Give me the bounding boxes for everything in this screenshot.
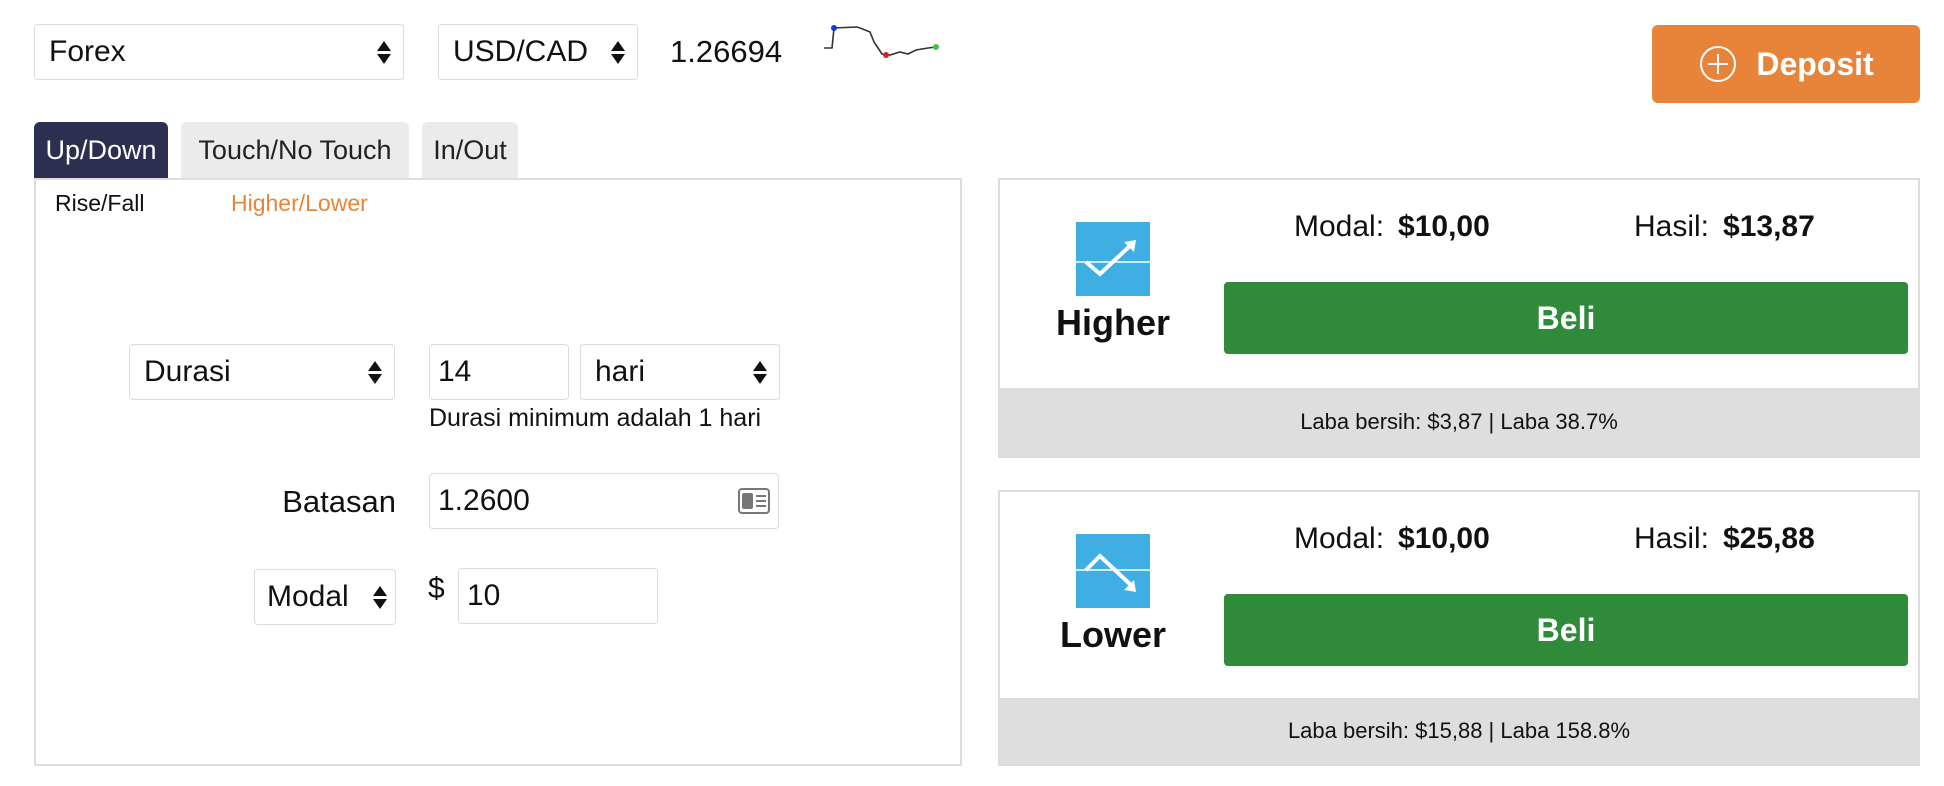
pair-select[interactable]: USD/CAD [438,24,638,80]
contact-card-icon[interactable] [738,488,770,514]
select-arrows-icon [366,360,384,384]
higher-payout-value: $13,87 [1723,210,1815,243]
lower-stake-value: $10,00 [1398,522,1490,555]
current-price: 1.26694 [670,34,783,69]
duration-unit-select[interactable]: hari [580,344,780,400]
trade-form-panel [34,178,962,766]
lower-payout-label: Hasil: [1634,522,1710,555]
tab-in-out[interactable]: In/Out [422,122,518,178]
market-select-value: Forex [49,35,126,68]
price-sparkline [824,25,939,58]
deposit-button[interactable]: Deposit [1652,25,1920,103]
duration-type-value: Durasi [144,355,231,388]
pair-select-value: USD/CAD [453,35,589,68]
sparkline-low-point [883,52,889,58]
higher-profit-info: Laba bersih: $3,87 | Laba 38.7% [1000,388,1918,456]
currency-symbol: $ [428,572,445,605]
lower-profit-info: Laba bersih: $15,88 | Laba 158.8% [1000,698,1918,764]
sparkline-high-point [831,25,837,31]
market-select[interactable]: Forex [34,24,404,80]
deposit-label: Deposit [1756,45,1874,82]
stake-type-select[interactable]: Modal [254,569,396,625]
select-arrows-icon [371,585,389,609]
higher-payout: Hasil: $13,87 [1634,210,1815,244]
barrier-label: Batasan [282,484,396,519]
tab-up-down[interactable]: Up/Down [34,122,168,178]
higher-title: Higher [1055,302,1170,343]
tab-touch-no-touch[interactable]: Touch/No Touch [181,122,409,178]
lower-title: Lower [1059,614,1166,655]
select-arrows-icon [375,40,393,64]
plus-circle-icon [1700,46,1737,82]
duration-value-input[interactable]: 14 [429,344,569,400]
higher-buy-button[interactable]: Beli [1224,282,1908,354]
lower-payout: Hasil: $25,88 [1634,522,1815,556]
stake-type-value: Modal [267,580,349,613]
lower-buy-button[interactable]: Beli [1224,594,1908,666]
select-arrows-icon [609,40,627,64]
stake-input[interactable]: 10 [458,568,658,624]
lower-stake-label: Modal: [1294,522,1385,555]
higher-stake: Modal: $10,00 [1294,210,1490,244]
lower-stake: Modal: $10,00 [1294,522,1490,556]
subtab-higher-lower[interactable]: Higher/Lower [231,190,368,217]
barrier-value: 1.2600 [438,484,530,517]
higher-stake-value: $10,00 [1398,210,1490,243]
higher-stake-label: Modal: [1294,210,1385,243]
duration-type-select[interactable]: Durasi [129,344,395,400]
duration-hint: Durasi minimum adalah 1 hari [429,404,762,432]
duration-unit-value: hari [595,355,646,388]
select-arrows-icon [751,360,769,384]
sparkline-last-point [933,44,939,50]
lower-trend-icon [1076,534,1150,608]
higher-payout-label: Hasil: [1634,210,1710,243]
subtab-rise-fall[interactable]: Rise/Fall [55,190,144,217]
higher-trend-icon [1076,222,1150,296]
lower-payout-value: $25,88 [1723,522,1815,555]
barrier-input[interactable]: 1.2600 [429,473,779,529]
